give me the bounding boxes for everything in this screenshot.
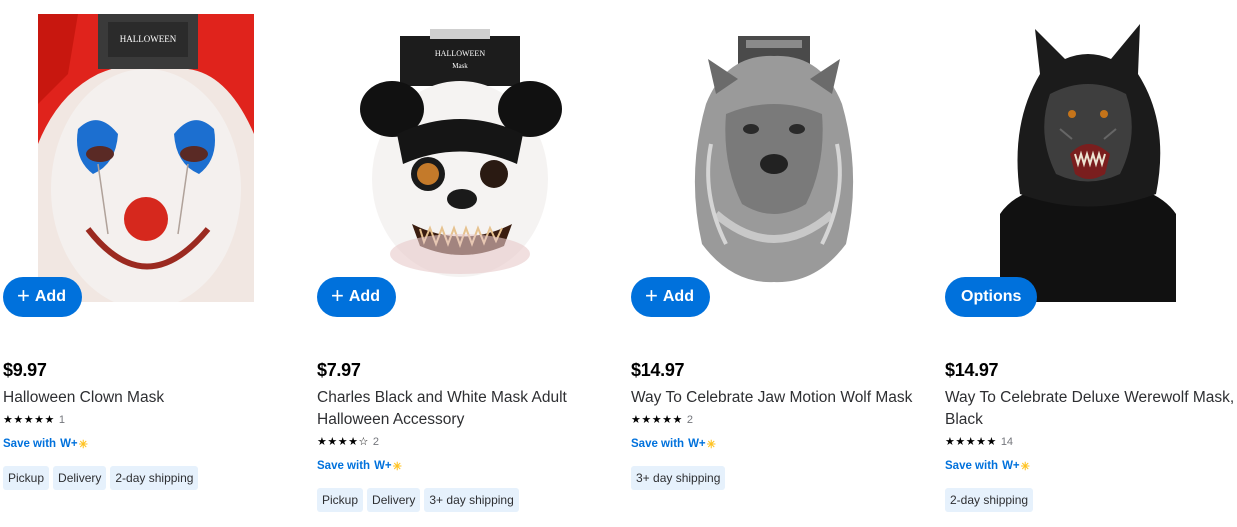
options-button[interactable]: Options (945, 277, 1038, 317)
product-info: $14.97 Way To Celebrate Deluxe Werewolf … (945, 358, 1237, 512)
spark-icon: ✳ (1020, 460, 1030, 473)
add-button[interactable]: + Add (3, 277, 82, 317)
product-title[interactable]: Way To Celebrate Deluxe Werewolf Mask, B… (945, 387, 1237, 431)
panda-mask-image: HALLOWEEN Mask (352, 14, 568, 302)
product-price: $14.97 (945, 360, 999, 380)
tag-delivery: Delivery (367, 488, 421, 512)
tag-shipping: 2-day shipping (110, 466, 199, 490)
product-card[interactable]: HALLOWEEN + Add $9.97 Halloween Clown Ma… (0, 0, 300, 527)
rating-stars: ★★★★★ (945, 436, 997, 448)
wplus-logo: W+ (1002, 460, 1020, 472)
product-image[interactable] (980, 14, 1196, 302)
wplus-logo: W+ (374, 460, 392, 472)
product-media: HALLOWEEN Mask + Add (314, 0, 614, 320)
product-rating: ★★★★★ 2 (631, 413, 926, 427)
tag-shipping: 3+ day shipping (631, 466, 726, 490)
svg-text:HALLOWEEN: HALLOWEEN (120, 34, 177, 44)
spark-icon: ✳ (706, 438, 716, 451)
review-count: 2 (686, 414, 693, 426)
plus-icon: + (17, 283, 30, 308)
product-price: $9.97 (3, 360, 47, 380)
product-title[interactable]: Way To Celebrate Jaw Motion Wolf Mask (631, 387, 926, 409)
clown-mask-image: HALLOWEEN (38, 14, 254, 302)
product-info: $7.97 Charles Black and White Mask Adult… (317, 358, 612, 512)
tag-pickup: Pickup (317, 488, 364, 512)
tag-shipping: 2-day shipping (945, 488, 1034, 512)
product-card[interactable]: + Add $14.97 Way To Celebrate Jaw Motion… (628, 0, 928, 527)
spark-icon: ✳ (78, 438, 88, 451)
review-count: 1 (58, 414, 65, 426)
svg-text:Mask: Mask (452, 62, 468, 70)
product-title[interactable]: Charles Black and White Mask Adult Hallo… (317, 387, 612, 431)
svg-text:HALLOWEEN: HALLOWEEN (435, 49, 485, 58)
save-with-wplus: Save with W+ ✳ (631, 438, 716, 451)
plus-icon: + (331, 283, 344, 308)
add-button[interactable]: + Add (631, 277, 710, 317)
wplus-logo: W+ (688, 438, 706, 450)
rating-stars: ★★★★☆ (317, 436, 369, 448)
rating-stars: ★★★★★ (631, 414, 683, 426)
product-rating: ★★★★★ 14 (945, 435, 1237, 449)
fulfillment-tags: 3+ day shipping (631, 466, 926, 490)
product-media: HALLOWEEN + Add (0, 0, 300, 320)
product-image[interactable]: HALLOWEEN (38, 14, 254, 302)
save-with-wplus: Save with W+ ✳ (945, 460, 1030, 473)
fulfillment-tags: 2-day shipping (945, 488, 1237, 512)
product-card[interactable]: Options $14.97 Way To Celebrate Deluxe W… (942, 0, 1237, 527)
tag-pickup: Pickup (3, 466, 50, 490)
tag-delivery: Delivery (53, 466, 107, 490)
fulfillment-tags: Pickup Delivery 2-day shipping (3, 466, 298, 490)
product-image[interactable] (666, 14, 882, 302)
werewolf-mask-image (980, 14, 1196, 302)
wolf-mask-image (666, 14, 882, 302)
product-price: $14.97 (631, 360, 685, 380)
product-media: Options (942, 0, 1237, 320)
product-info: $9.97 Halloween Clown Mask ★★★★★ 1 Save … (3, 358, 298, 490)
review-count: 14 (1000, 436, 1014, 448)
rating-stars: ★★★★★ (3, 414, 55, 426)
save-with-wplus: Save with W+ ✳ (317, 460, 402, 473)
wplus-logo: W+ (60, 438, 78, 450)
product-title[interactable]: Halloween Clown Mask (3, 387, 298, 409)
plus-icon: + (645, 283, 658, 308)
review-count: 2 (372, 436, 379, 448)
product-image[interactable]: HALLOWEEN Mask (352, 14, 568, 302)
product-grid: HALLOWEEN + Add $9.97 Halloween Clown Ma… (0, 0, 1237, 527)
add-button[interactable]: + Add (317, 277, 396, 317)
product-info: $14.97 Way To Celebrate Jaw Motion Wolf … (631, 358, 926, 490)
product-rating: ★★★★★ 1 (3, 413, 298, 427)
fulfillment-tags: Pickup Delivery 3+ day shipping (317, 488, 612, 512)
product-rating: ★★★★☆ 2 (317, 435, 612, 449)
spark-icon: ✳ (392, 460, 402, 473)
product-media: + Add (628, 0, 928, 320)
save-with-wplus: Save with W+ ✳ (3, 438, 88, 451)
tag-shipping: 3+ day shipping (424, 488, 519, 512)
product-price: $7.97 (317, 360, 361, 380)
product-card[interactable]: HALLOWEEN Mask + Add $7.97 Charles Black… (314, 0, 614, 527)
